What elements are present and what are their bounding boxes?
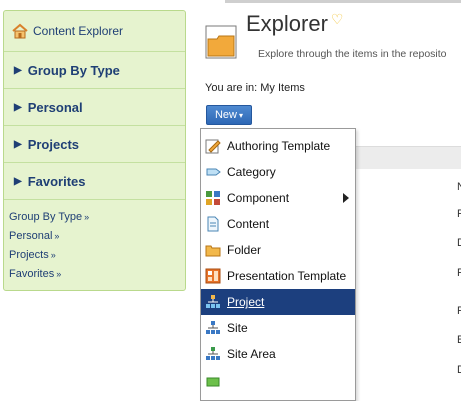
expand-triangle-icon: ▶ — [14, 138, 22, 150]
table-cell: E — [457, 334, 461, 346]
menu-item-project[interactable]: Project — [201, 289, 355, 315]
page-title: Explorer ♡ — [246, 11, 343, 37]
menu-item-partial[interactable] — [201, 367, 355, 393]
sidebar: Content Explorer ▶ Group By Type ▶ Perso… — [3, 10, 186, 291]
menu-item-site[interactable]: Site — [201, 315, 355, 341]
submenu-arrow-icon — [343, 193, 349, 203]
menu-item-category[interactable]: Category — [201, 159, 355, 185]
breadcrumb: You are in: My Items — [205, 82, 305, 94]
favorite-heart-icon[interactable]: ♡ — [331, 11, 344, 27]
menu-item-content[interactable]: Content — [201, 211, 355, 237]
link-label: Group By Type — [9, 211, 83, 223]
table-cell: D — [457, 364, 461, 376]
menu-item-label: Category — [227, 165, 276, 179]
new-button-label: New — [214, 109, 237, 121]
presentation-template-icon — [205, 268, 221, 284]
menu-item-label: Site Area — [227, 347, 276, 361]
double-chevron-icon: » — [56, 269, 62, 279]
table-header-bar — [356, 146, 461, 169]
double-chevron-icon: » — [84, 212, 90, 222]
home-icon — [12, 23, 28, 39]
sidebar-section-group-by-type[interactable]: ▶ Group By Type — [4, 52, 185, 89]
component-icon — [206, 191, 220, 205]
sidebar-header-label: Content Explorer — [33, 24, 124, 38]
menu-item-label: Presentation Template — [227, 269, 347, 283]
site-icon — [206, 321, 220, 334]
menu-item-authoring-template[interactable]: Authoring Template — [201, 133, 355, 159]
sidebar-header[interactable]: Content Explorer — [4, 11, 185, 52]
menu-item-component[interactable]: Component — [201, 185, 355, 211]
sidebar-link-group-by-type[interactable]: Group By Type» — [9, 208, 185, 227]
menu-item-label: Content — [227, 217, 270, 231]
menu-item-site-area[interactable]: Site Area — [201, 341, 355, 367]
table-cell: F — [457, 208, 461, 220]
menu-item-presentation-template[interactable]: Presentation Template — [201, 263, 355, 289]
table-cell: N — [457, 181, 461, 193]
partial-item-icon — [206, 377, 220, 387]
sidebar-section-label: Projects — [27, 136, 80, 152]
project-icon — [206, 295, 220, 308]
table-cell: F — [457, 267, 461, 279]
sidebar-link-personal[interactable]: Personal» — [9, 227, 185, 246]
chevron-down-icon: ▾ — [239, 110, 244, 120]
sidebar-links: Group By Type» Personal» Projects» Favor… — [4, 200, 185, 284]
expand-triangle-icon: ▶ — [14, 101, 22, 113]
category-icon — [206, 168, 221, 176]
expand-triangle-icon: ▶ — [14, 64, 22, 76]
link-label: Personal — [9, 230, 53, 242]
top-strip — [225, 0, 461, 3]
content-icon — [207, 216, 219, 232]
sidebar-section-label: Personal — [27, 99, 83, 115]
authoring-template-icon — [205, 139, 221, 154]
menu-item-label: Site — [227, 321, 248, 335]
folder-icon — [205, 245, 221, 257]
menu-item-label: Authoring Template — [227, 139, 331, 153]
sidebar-section-favorites[interactable]: ▶ Favorites — [4, 163, 185, 200]
table-cell: F — [457, 305, 461, 317]
new-button[interactable]: New ▾ — [206, 105, 252, 125]
menu-item-label: Project — [227, 295, 265, 309]
menu-item-label: Folder — [227, 243, 262, 257]
new-dropdown-menu: Authoring Template Category Component Co… — [200, 128, 356, 401]
sidebar-section-label: Favorites — [27, 173, 86, 189]
sidebar-section-projects[interactable]: ▶ Projects — [4, 126, 185, 163]
sidebar-link-projects[interactable]: Projects» — [9, 246, 185, 265]
site-area-icon — [206, 347, 220, 360]
double-chevron-icon: » — [54, 231, 60, 241]
menu-item-label: Component — [227, 191, 290, 205]
link-label: Projects — [9, 249, 49, 261]
sidebar-section-label: Group By Type — [27, 62, 120, 78]
expand-triangle-icon: ▶ — [14, 175, 22, 187]
table-cell: D — [457, 237, 461, 249]
explorer-folder-icon — [205, 25, 237, 59]
menu-item-folder[interactable]: Folder — [201, 237, 355, 263]
sidebar-link-favorites[interactable]: Favorites» — [9, 265, 185, 284]
double-chevron-icon: » — [50, 250, 56, 260]
page-title-text: Explorer — [246, 11, 328, 36]
sidebar-section-personal[interactable]: ▶ Personal — [4, 89, 185, 126]
link-label: Favorites — [9, 268, 55, 280]
page-subtitle: Explore through the items in the reposit… — [258, 48, 447, 60]
